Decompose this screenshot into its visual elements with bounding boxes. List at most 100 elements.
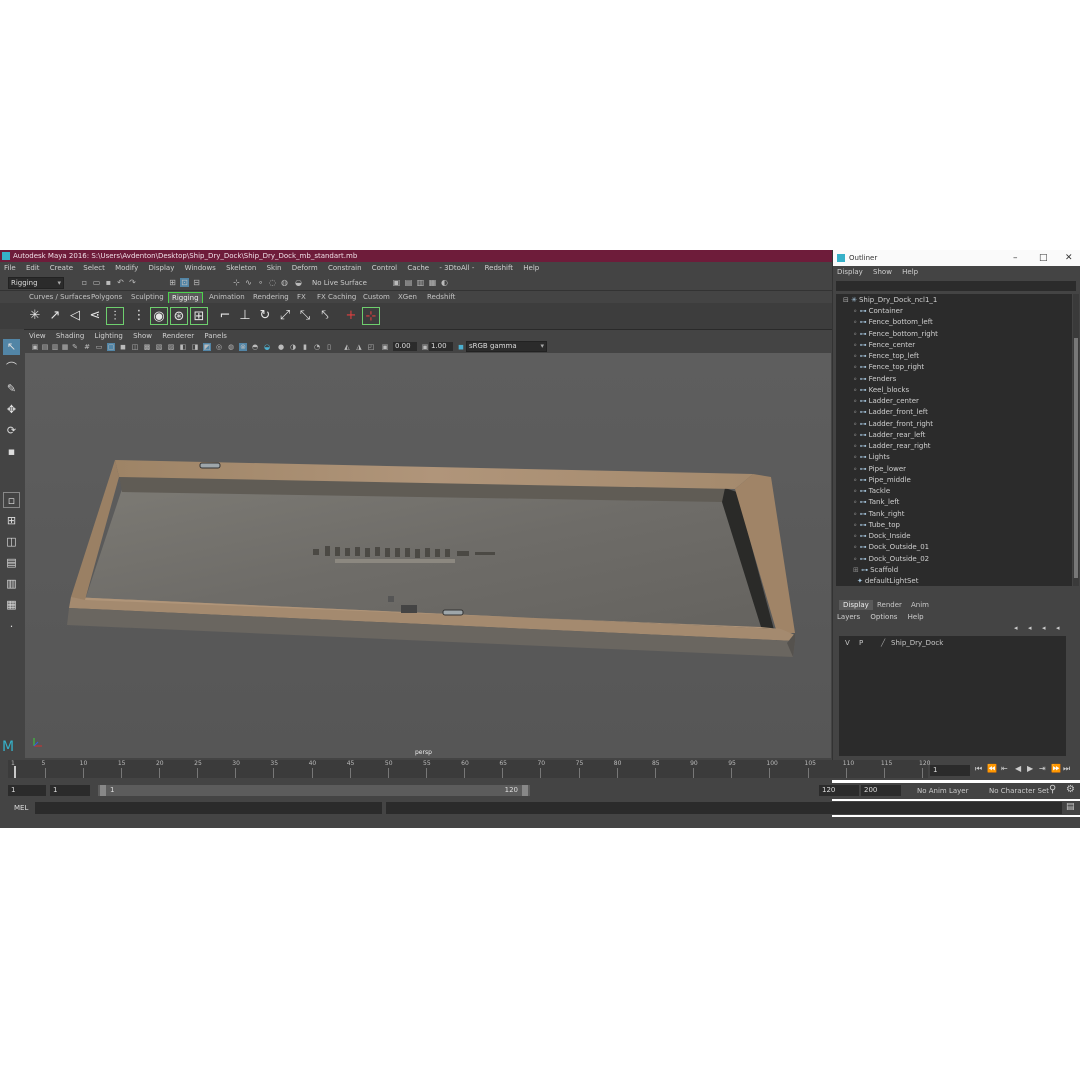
outliner-item[interactable]: ∘ ⊶ Fence_bottom_right bbox=[853, 329, 938, 340]
joint-tool-icon[interactable]: ✳ bbox=[26, 307, 44, 325]
shelf-tab-rendering[interactable]: Rendering bbox=[250, 292, 292, 302]
menu-constrain[interactable]: Constrain bbox=[328, 264, 362, 272]
bind-skin-icon[interactable]: ⋮ bbox=[130, 307, 148, 325]
command-input[interactable] bbox=[35, 802, 382, 814]
outliner-menu-show[interactable]: Show bbox=[873, 268, 892, 276]
rotate-tool-icon[interactable]: ⟳ bbox=[3, 423, 20, 439]
outliner-item[interactable]: ∘ ⊶ Ladder_front_left bbox=[853, 407, 928, 418]
snap-view-icon[interactable]: ◌ bbox=[268, 278, 277, 287]
layout-list-icon[interactable]: ▦ bbox=[3, 597, 20, 613]
outliner-item[interactable]: ⊞ ⊶ Scaffold bbox=[853, 565, 898, 576]
maximize-icon[interactable]: □ bbox=[1039, 250, 1048, 266]
layer-menu-options[interactable]: Options bbox=[870, 613, 897, 621]
character-key-icon[interactable]: ⚲ bbox=[1049, 784, 1056, 795]
xray-joints-icon[interactable]: ◍ bbox=[227, 343, 235, 351]
shelf-tab-xgen[interactable]: XGen bbox=[395, 292, 420, 302]
camera-attributes-icon[interactable]: ▣ bbox=[31, 343, 39, 351]
layer-visibility-toggle[interactable]: V bbox=[845, 638, 850, 648]
aim-constraint-icon[interactable]: ⤡ bbox=[296, 307, 314, 325]
single-view-icon[interactable]: ▫ bbox=[3, 492, 20, 508]
wire-on-shaded-icon[interactable]: ◫ bbox=[131, 343, 139, 351]
graph-persp-icon[interactable]: ▥ bbox=[3, 576, 20, 592]
ipr-render-icon[interactable]: ▥ bbox=[416, 278, 425, 287]
select-object-icon[interactable]: ⊡ bbox=[180, 278, 189, 287]
layer-tab-anim[interactable]: Anim bbox=[907, 600, 933, 610]
layer-menu-layers[interactable]: Layers bbox=[837, 613, 860, 621]
playback-end-field[interactable]: 120 bbox=[819, 785, 859, 796]
menu-select[interactable]: Select bbox=[83, 264, 105, 272]
open-scene-icon[interactable]: ▭ bbox=[92, 278, 101, 287]
menu-windows[interactable]: Windows bbox=[185, 264, 216, 272]
collapse-icon[interactable]: ⊟ bbox=[843, 296, 849, 304]
xray-icon[interactable]: ◎ bbox=[215, 343, 223, 351]
layer-tab-render[interactable]: Render bbox=[873, 600, 906, 610]
render-view-icon[interactable]: ▣ bbox=[392, 278, 401, 287]
locator-pole-icon[interactable]: ⊹ bbox=[362, 307, 380, 325]
hypershade-icon[interactable]: ◐ bbox=[440, 278, 449, 287]
menu-control[interactable]: Control bbox=[372, 264, 397, 272]
outliner-item[interactable]: ∘ ⊶ Dock_Inside bbox=[853, 531, 911, 542]
menu-file[interactable]: File bbox=[4, 264, 16, 272]
quick-rig-icon[interactable]: ⫶ bbox=[106, 307, 124, 325]
color-space-dropdown[interactable]: sRGB gamma bbox=[466, 341, 547, 352]
move-layer-up-icon[interactable]: ◂ bbox=[1014, 624, 1018, 632]
snap-grid-icon[interactable]: ⊹ bbox=[232, 278, 241, 287]
locator-icon[interactable]: + bbox=[342, 307, 360, 325]
exposure-toggle-icon[interactable]: ▣ bbox=[381, 343, 389, 351]
character-set-dropdown[interactable]: No Character Set bbox=[989, 787, 1049, 795]
select-component-icon[interactable]: ⊟ bbox=[192, 278, 201, 287]
shelf-tab-fx[interactable]: FX bbox=[294, 292, 309, 302]
menu-cache[interactable]: Cache bbox=[407, 264, 429, 272]
parent-constraint-icon[interactable]: ⤢ bbox=[276, 307, 294, 325]
vp-menu-view[interactable]: View bbox=[29, 332, 46, 340]
shelf-tab-redshift[interactable]: Redshift bbox=[424, 292, 458, 302]
two-d-pan-icon[interactable]: ▦ bbox=[61, 343, 69, 351]
save-scene-icon[interactable]: ▪ bbox=[104, 278, 113, 287]
expand-icon[interactable]: ⊞ bbox=[853, 566, 861, 574]
shelf-tab-fx-caching[interactable]: FX Caching bbox=[314, 292, 359, 302]
exposure-icon[interactable]: ◭ bbox=[343, 343, 351, 351]
scale-tool-icon[interactable]: ▪ bbox=[3, 444, 20, 460]
vp-menu-renderer[interactable]: Renderer bbox=[162, 332, 194, 340]
ambient-occlusion-icon[interactable]: ◧ bbox=[179, 343, 187, 351]
vp-menu-shading[interactable]: Shading bbox=[56, 332, 84, 340]
command-language-label[interactable]: MEL bbox=[14, 804, 28, 812]
use-all-lights-icon[interactable]: ▧ bbox=[155, 343, 163, 351]
lasso-tool-icon[interactable]: ⌒ bbox=[3, 360, 20, 376]
outliner-item[interactable]: ∘ ⊶ Ladder_rear_left bbox=[853, 430, 925, 441]
step-forward-key-icon[interactable]: ⏩ bbox=[1051, 764, 1061, 773]
vp-menu-panels[interactable]: Panels bbox=[204, 332, 227, 340]
menuset-dropdown[interactable]: Rigging bbox=[8, 277, 64, 289]
shelf-tab-sculpting[interactable]: Sculpting bbox=[128, 292, 167, 302]
safe-action-icon[interactable]: ▯ bbox=[325, 343, 333, 351]
layer-row[interactable]: V P ╱ Ship_Dry_Dock bbox=[839, 638, 1066, 648]
outliner-item[interactable]: ∘ ⊶ Pipe_lower bbox=[853, 464, 906, 475]
hud-toggle-icon[interactable]: ● bbox=[277, 343, 285, 351]
two-view-icon[interactable]: ◫ bbox=[3, 534, 20, 550]
outliner-item[interactable]: ∘ ⊶ Ladder_front_right bbox=[853, 419, 933, 430]
new-empty-layer-icon[interactable]: ◂ bbox=[1042, 624, 1046, 632]
outliner-item[interactable]: ∘ ⊶ Fenders bbox=[853, 374, 896, 385]
gate-mask-icon[interactable]: ▮ bbox=[301, 343, 309, 351]
step-back-frame-icon[interactable]: ⇤ bbox=[1001, 764, 1008, 773]
vp-menu-show[interactable]: Show bbox=[133, 332, 152, 340]
wireframe-icon[interactable]: ▢ bbox=[107, 343, 115, 351]
outliner-menu-display[interactable]: Display bbox=[837, 268, 863, 276]
time-ruler[interactable]: 1 5 10 15 20 25 30 35 40 45 50 55 60 65 70 75 80 85 90 95 10… bbox=[8, 760, 930, 778]
render-settings-icon[interactable]: ▦ bbox=[428, 278, 437, 287]
orient-constraint-icon[interactable]: ↻ bbox=[256, 307, 274, 325]
outliner-item[interactable]: ∘ ⊶ Fence_center bbox=[853, 340, 915, 351]
outliner-search-field[interactable] bbox=[836, 281, 1076, 291]
film-gate-icon[interactable]: ▭ bbox=[95, 343, 103, 351]
playback-start-field[interactable]: 1 bbox=[50, 785, 90, 796]
menu-skeleton[interactable]: Skeleton bbox=[226, 264, 256, 272]
end-time-field[interactable]: 200 bbox=[861, 785, 901, 796]
outliner-item[interactable]: ∘ ⊶ Dock_Outside_01 bbox=[853, 542, 929, 553]
snap-curve-icon[interactable]: ∿ bbox=[244, 278, 253, 287]
range-slider-end-handle[interactable] bbox=[522, 785, 528, 796]
go-to-end-icon[interactable]: ⏭ bbox=[1063, 764, 1070, 774]
outliner-item[interactable]: ∘ ⊶ Tank_right bbox=[853, 509, 904, 520]
menu-help[interactable]: Help bbox=[523, 264, 539, 272]
outliner-item[interactable]: ∘ ⊶ Tank_left bbox=[853, 497, 899, 508]
undo-icon[interactable]: ↶ bbox=[116, 278, 125, 287]
